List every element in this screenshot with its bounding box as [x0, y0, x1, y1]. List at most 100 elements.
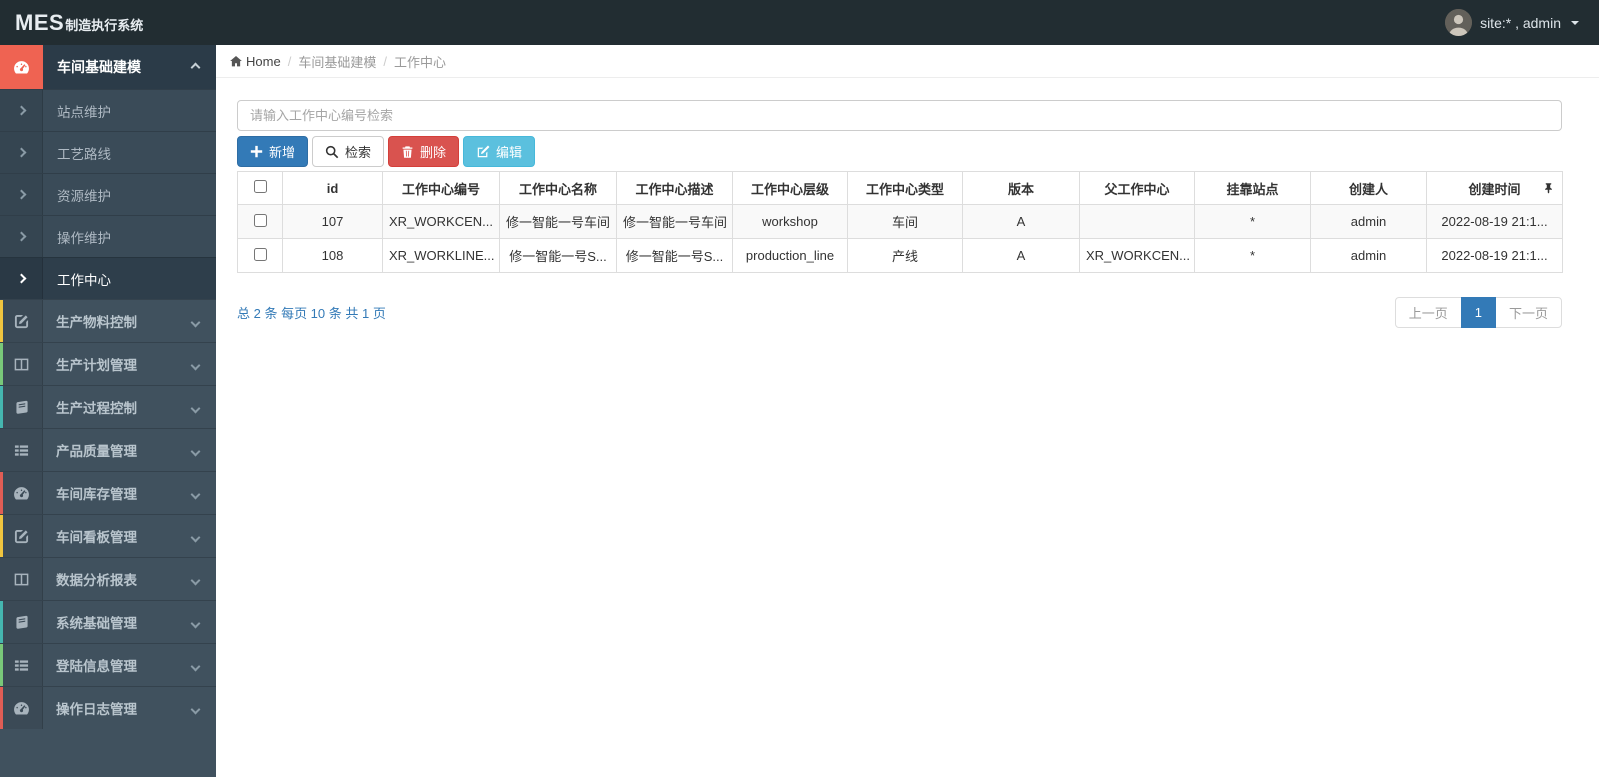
sidebar-group-workshop-modeling[interactable]: 车间基础建模 — [0, 45, 216, 89]
sidebar-group-inventory-management[interactable]: 车间库存管理 — [0, 471, 216, 514]
sidebar-group-operation-log[interactable]: 操作日志管理 — [0, 686, 216, 729]
sidebar-group-label: 车间基础建模 — [57, 59, 141, 75]
breadcrumb-item-work-center: 工作中心 — [393, 54, 446, 70]
sidebar-group-label: 操作日志管理 — [56, 702, 137, 717]
sidebar-groups: 生产物料控制生产计划管理 生产过程控制产品质量管理车间库存管理车间看板管理 数据分析… — [0, 299, 216, 729]
sidebar-group-plan-management[interactable]: 生产计划管理 — [0, 342, 216, 385]
page-1-button[interactable]: 1 — [1460, 297, 1496, 328]
table-cell: admin — [1310, 238, 1427, 273]
book-icon — [0, 386, 43, 428]
sidebar-group-quality-management[interactable]: 产品质量管理 — [0, 428, 216, 471]
table-cell: 2022-08-19 21:1... — [1426, 204, 1563, 239]
sidebar-group-system-management[interactable]: 系统基础管理 — [0, 600, 216, 643]
edit-button[interactable]: 编辑 — [463, 136, 536, 167]
add-button-label: 新增 — [269, 145, 296, 160]
sidebar-group-material-control[interactable]: 生产物料控制 — [0, 299, 216, 342]
table-cell: XR_WORKCEN... — [1079, 238, 1195, 273]
columns-icon — [0, 558, 43, 600]
sidebar: 车间基础建模 站点维护工艺路线资源维护操作维护工作中心 生产物料控制生产计划管理… — [0, 45, 216, 777]
sidebar-group-label: 生产计划管理 — [56, 358, 137, 373]
table-cell: * — [1194, 204, 1311, 239]
sidebar-item-work-center[interactable]: 工作中心 — [0, 257, 216, 299]
sidebar-group-report-analysis[interactable]: 数据分析报表 — [0, 557, 216, 600]
group-stripe — [0, 644, 3, 686]
next-page-button[interactable]: 下一页 — [1494, 297, 1562, 328]
table-cell: production_line — [732, 238, 848, 273]
table-cell: 车间 — [847, 204, 963, 239]
th-list-icon — [0, 429, 43, 471]
breadcrumb: Home / 车间基础建模 / 工作中心 — [216, 45, 1599, 78]
dashboard-icon — [0, 472, 43, 514]
chevron-down-icon — [190, 443, 201, 458]
chevron-down-icon — [190, 701, 201, 716]
delete-button-label: 删除 — [420, 145, 447, 160]
sidebar-group-label: 生产过程控制 — [56, 401, 137, 416]
caret-down-icon — [1571, 20, 1579, 25]
sidebar-group-process-control[interactable]: 生产过程控制 — [0, 385, 216, 428]
pin-icon[interactable] — [1543, 182, 1554, 194]
user-menu[interactable]: site:* , admin — [1445, 9, 1579, 36]
select-all-checkbox[interactable] — [253, 180, 267, 193]
table-cell: 107 — [282, 204, 383, 239]
th-list-icon — [0, 644, 43, 686]
row-checkbox[interactable] — [253, 247, 267, 261]
sidebar-group-label: 登陆信息管理 — [56, 659, 137, 674]
logo-text-rest: 制造执行系统 — [65, 17, 144, 33]
chevron-down-icon — [190, 314, 201, 329]
column-header-id: id — [282, 171, 383, 205]
column-header-6: 版本 — [962, 171, 1080, 205]
column-header-8: 挂靠站点 — [1194, 171, 1311, 205]
prev-page-button[interactable]: 上一页 — [1394, 297, 1462, 328]
edit-button-label: 编辑 — [496, 145, 523, 160]
breadcrumb-home-link[interactable]: Home — [229, 54, 281, 69]
chevron-down-icon — [190, 615, 201, 630]
sidebar-group-label: 车间库存管理 — [56, 487, 137, 502]
breadcrumb-separator: / — [287, 53, 292, 69]
sidebar-item-process-route[interactable]: 工艺路线 — [0, 131, 216, 173]
breadcrumb-separator: / — [383, 53, 387, 69]
search-button[interactable]: 检索 — [312, 136, 385, 167]
toolbar: 新增 检索 删除 编辑 — [237, 136, 1562, 167]
sidebar-subitems: 站点维护工艺路线资源维护操作维护工作中心 — [0, 89, 216, 299]
pagination-info: 总 2 条 每页 10 条 共 1 页 — [237, 306, 386, 321]
user-label: site:* , admin — [1480, 14, 1561, 31]
table-row[interactable]: 108 XR_WORKLINE... 修一智能一号S... 修一智能一号S... pro… — [237, 238, 1563, 273]
group-stripe — [0, 300, 3, 342]
add-button[interactable]: 新增 — [237, 136, 309, 167]
column-header-3: 工作中心描述 — [616, 171, 733, 205]
group-stripe — [0, 472, 3, 514]
search-button-label: 检索 — [345, 145, 372, 160]
app-logo[interactable]: MES 制造执行系统 — [15, 10, 143, 36]
group-stripe — [0, 515, 3, 557]
table-cell: XR_WORKLINE... — [382, 238, 500, 273]
sidebar-item-label: 工艺路线 — [57, 146, 111, 162]
sidebar-item-label: 工作中心 — [57, 272, 111, 288]
workcenter-table-wrap: id 工作中心编号 工作中心名称 工作中心描述 工作中心层级 工作中心类型 版本 父工作中心挂… — [237, 171, 1563, 273]
sidebar-group-login-info[interactable]: 登陆信息管理 — [0, 643, 216, 686]
column-header-10: 创建时间 — [1426, 171, 1563, 205]
row-checkbox[interactable] — [253, 213, 267, 227]
column-header-2: 工作中心名称 — [499, 171, 617, 205]
search-input[interactable] — [237, 100, 1562, 131]
columns-icon — [0, 343, 43, 385]
column-header-4: 工作中心层级 — [732, 171, 848, 205]
sidebar-item-resource-maintenance[interactable]: 资源维护 — [0, 173, 216, 215]
trash-icon — [401, 145, 414, 159]
chevron-right-icon — [0, 90, 43, 131]
pencil-square-icon — [0, 300, 43, 342]
delete-button[interactable]: 删除 — [388, 136, 460, 167]
table-cell: workshop — [732, 204, 848, 239]
column-header-1: 工作中心编号 — [382, 171, 500, 205]
table-cell: 108 — [282, 238, 383, 273]
sidebar-item-label: 资源维护 — [57, 188, 111, 204]
sidebar-group-label: 系统基础管理 — [56, 616, 137, 631]
chevron-down-icon — [190, 529, 201, 544]
sidebar-item-site-maintenance[interactable]: 站点维护 — [0, 89, 216, 131]
edit-icon — [476, 145, 490, 159]
top-navbar: MES 制造执行系统 site:* , admin — [0, 0, 1599, 45]
group-stripe — [0, 601, 3, 643]
table-row[interactable]: 107 XR_WORKCEN... 修一智能一号车间 修一智能一号车间 workshop… — [237, 204, 1563, 239]
breadcrumb-item-workshop-modeling[interactable]: 车间基础建模 — [298, 52, 376, 71]
sidebar-item-operation-maintenance[interactable]: 操作维护 — [0, 215, 216, 257]
sidebar-group-board-management[interactable]: 车间看板管理 — [0, 514, 216, 557]
